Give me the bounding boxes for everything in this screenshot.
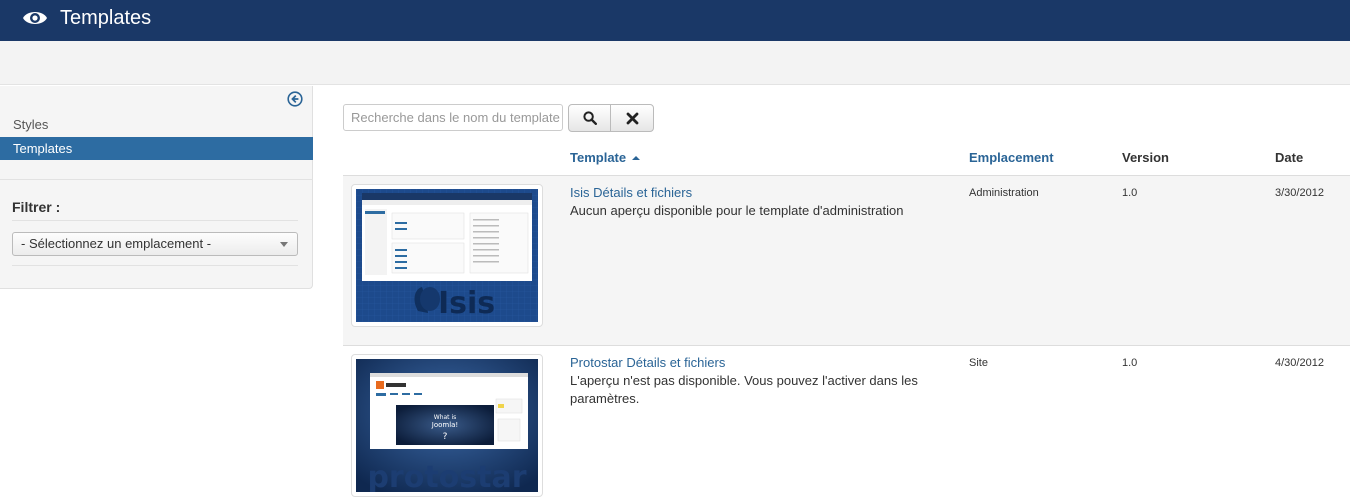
- table-row: Isis Isis Détails et fichiers Aucun aper…: [343, 175, 1350, 345]
- search-button[interactable]: [568, 104, 611, 132]
- sidebar-item-templates[interactable]: Templates: [0, 137, 313, 160]
- template-description: Aucun aperçu disponible pour le template…: [570, 203, 904, 218]
- template-version: 1.0: [1122, 357, 1138, 369]
- template-description: L'aperçu n'est pas disponible. Vous pouv…: [570, 373, 918, 406]
- table-row: What is Joomla! ? protostar Protostar Dé…: [343, 345, 1350, 500]
- toolbar: [0, 41, 1350, 85]
- template-thumbnail-isis[interactable]: Isis: [351, 184, 543, 327]
- protostar-logo-text: protostar: [367, 460, 526, 492]
- template-date: 3/30/2012: [1275, 187, 1324, 199]
- page-title: Templates: [60, 7, 152, 29]
- column-header-template[interactable]: Template: [570, 150, 641, 165]
- search-icon: [582, 111, 597, 125]
- sidebar: Styles Templates Filtrer : - Sélectionne…: [0, 86, 313, 289]
- collapse-sidebar-icon[interactable]: [287, 91, 303, 107]
- svg-text:Joomla!: Joomla!: [431, 421, 459, 429]
- sidebar-item-styles[interactable]: Styles: [0, 113, 313, 136]
- top-header: Templates: [0, 0, 1350, 41]
- sidebar-divider: [0, 179, 313, 180]
- location-select-value: - Sélectionnez un emplacement -: [21, 236, 212, 251]
- template-location: Administration: [969, 187, 1039, 199]
- isis-logo-text: Isis: [438, 286, 495, 321]
- location-select[interactable]: - Sélectionnez un emplacement -: [12, 232, 298, 256]
- isis-preview-image: Isis: [356, 189, 538, 322]
- eye-icon: [23, 12, 47, 24]
- chevron-down-icon: [280, 242, 288, 247]
- template-name-link[interactable]: Protostar Détails et fichiers: [570, 355, 725, 370]
- svg-text:What is: What is: [434, 414, 456, 421]
- column-header-location[interactable]: Emplacement: [969, 150, 1054, 165]
- column-header-template-label: Template: [570, 150, 627, 165]
- filter-bottom-divider: [12, 265, 298, 266]
- template-date: 4/30/2012: [1275, 357, 1324, 369]
- protostar-preview-image: What is Joomla! ? protostar: [356, 359, 538, 492]
- column-header-date: Date: [1275, 150, 1304, 165]
- filter-label: Filtrer :: [12, 199, 61, 215]
- template-location: Site: [969, 357, 988, 369]
- sort-ascending-icon: [632, 156, 641, 160]
- svg-text:?: ?: [443, 432, 448, 442]
- clear-search-button[interactable]: [610, 104, 654, 132]
- filter-divider: [12, 220, 298, 221]
- template-thumbnail-protostar[interactable]: What is Joomla! ? protostar: [351, 354, 543, 497]
- search-input[interactable]: [343, 104, 563, 131]
- column-header-version: Version: [1122, 150, 1169, 165]
- template-name-link[interactable]: Isis Détails et fichiers: [570, 185, 692, 200]
- close-icon: [626, 112, 638, 124]
- template-version: 1.0: [1122, 187, 1138, 199]
